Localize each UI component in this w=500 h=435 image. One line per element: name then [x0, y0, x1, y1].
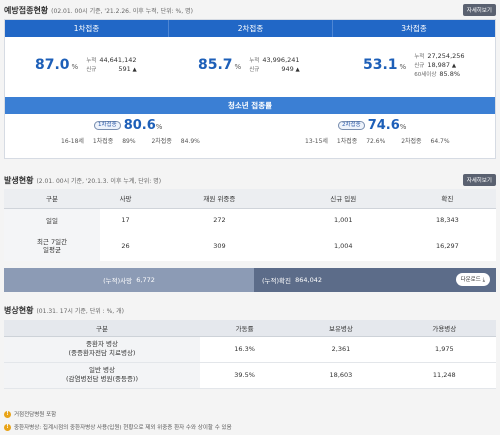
- cell: 11,248: [392, 362, 496, 389]
- teen-13-15-dose1: 72.6%: [366, 138, 386, 145]
- outbreak-col-admitted: 신규 입원: [287, 189, 399, 209]
- up-arrow-icon: ▲: [295, 67, 300, 73]
- dose3-new: 18,987: [427, 60, 451, 69]
- dose3-stats: 53.1% 누적 27,254,256 신규 18,987 ▲ 60세이상 85.8%: [363, 51, 465, 78]
- dose1-percent: 87.0%: [35, 57, 79, 73]
- vaccination-panel: 1차접종 2차접종 3차접종 87.0% 누적 44,641,142 신규 591 …: [4, 19, 496, 159]
- table-row: 일일 17 272 1,001 18,343: [4, 208, 496, 231]
- beds-header: 병상현황 (01.31. 17시 기준, 단위 : %, 개): [4, 303, 496, 317]
- note-1: ! 거점전담병원 포함: [4, 410, 56, 418]
- row-label: 일반 병상 (감염병전담 병원(중등증)): [4, 362, 200, 389]
- cell: 2,361: [289, 336, 393, 363]
- teen-16-18: 1차접종 80.6% 16-18세 1차접종 89% 2차접종 84.9%: [61, 118, 200, 145]
- note-2: ! 중환자병상: 집계시점의 중환자병상 사용(입원) 현황으로 제외 위중증 …: [4, 423, 232, 431]
- teen-16-18-age: 16-18세: [61, 138, 84, 145]
- teen-16-18-tag: 1차접종: [94, 121, 121, 130]
- cell: 26: [121, 242, 130, 250]
- teen-13-15-percent: 74.6%: [367, 118, 407, 133]
- dose1-cumulative: 44,641,142: [99, 56, 137, 64]
- cell: 1,001: [333, 215, 353, 224]
- download-icon: ⤓: [482, 277, 485, 283]
- cell: 1,975: [392, 336, 496, 363]
- teen-16-18-dose1: 89%: [122, 138, 136, 145]
- outbreak-subtitle: (2.01. 00시 기준, '20.1.3. 이후 누계, 단위: 명): [36, 177, 162, 185]
- table-row: 일반 병상 (감염병전담 병원(중등증)) 39.5% 18,603 11,24…: [4, 362, 496, 389]
- teen-16-18-percent: 80.6%: [123, 118, 163, 133]
- outbreak-detail-button[interactable]: 자세히보기: [462, 174, 496, 186]
- download-button[interactable]: 다운로드 ⤓: [455, 273, 490, 286]
- beds-col-rate: 가동률: [200, 320, 290, 337]
- outbreak-header: 발생현황 (2.01. 00시 기준, '20.1.3. 이후 누계, 단위: …: [4, 173, 496, 187]
- beds-col-total: 보유병상: [289, 320, 393, 337]
- cell: 18,343: [436, 215, 459, 224]
- dose3-60plus: 85.8%: [439, 69, 461, 78]
- row-label: 최근 7일간 일평균: [4, 231, 100, 261]
- row-label: 중환자 병상 (중증환자전담 치료병상): [4, 336, 200, 363]
- teen-13-15: 2차접종 74.6% 13-15세 1차접종 72.6% 2차접종 64.7%: [305, 118, 450, 145]
- cumulative-confirmed-value: 864,042: [295, 276, 323, 284]
- dose1-stats: 87.0% 누적 44,641,142 신규 591 ▲: [35, 56, 137, 73]
- vaccination-title: 예방접종현황: [4, 5, 49, 15]
- dose3-percent: 53.1%: [363, 57, 407, 73]
- cumulative-deaths: (누적)사망 6,772: [4, 268, 254, 292]
- beds-subtitle: (01.31. 17시 기준, 단위 : %, 개): [36, 307, 124, 315]
- cell: 309: [213, 242, 226, 250]
- dose2-stats: 85.7% 누적 43,996,241 신규 949 ▲: [198, 56, 300, 73]
- outbreak-table: 구분 사망 재원 위중증 신규 입원 확진 일일 17 272 1,001 18…: [4, 189, 496, 261]
- dose2-percent: 85.7%: [198, 57, 242, 73]
- outbreak-col-confirmed: 확진: [398, 189, 496, 209]
- beds-table: 구분 가동률 보유병상 가용병상 중환자 병상 (중증환자전담 치료병상) 16…: [4, 320, 496, 389]
- teen-header: 청소년 접종률: [5, 97, 495, 114]
- table-row: 중환자 병상 (중증환자전담 치료병상) 16.3% 2,361 1,975: [4, 336, 496, 363]
- dose2-header: 2차접종: [168, 20, 332, 37]
- dose1-new: 591: [118, 65, 131, 73]
- up-arrow-icon: ▲: [451, 62, 457, 69]
- teen-13-15-dose2: 64.7%: [430, 138, 450, 145]
- outbreak-col-critical: 재원 위중증: [151, 189, 288, 209]
- teen-13-15-tag: 2차접종: [338, 121, 365, 130]
- cumulative-confirmed: (누적)확진 864,042 다운로드 ⤓: [254, 268, 496, 292]
- dose2-cumulative: 43,996,241: [262, 56, 300, 64]
- outbreak-col-deaths: 사망: [100, 189, 152, 209]
- cell: 39.5%: [200, 362, 290, 389]
- cell: 18,603: [289, 362, 393, 389]
- cell: 272: [213, 215, 226, 224]
- info-icon: !: [4, 410, 11, 418]
- dose2-new: 949: [281, 65, 294, 73]
- cell: 16,297: [436, 242, 459, 250]
- cell: 16.3%: [200, 336, 290, 363]
- row-label: 일일: [4, 208, 100, 231]
- beds-title: 병상현황: [4, 305, 34, 315]
- info-icon: !: [4, 423, 11, 431]
- teen-16-18-dose2: 84.9%: [180, 138, 200, 145]
- dose3-header: 3차접종: [332, 20, 495, 37]
- beds-col-category: 구분: [4, 320, 200, 337]
- beds-col-available: 가용병상: [392, 320, 496, 337]
- up-arrow-icon: ▲: [132, 67, 137, 73]
- cumulative-deaths-value: 6,772: [136, 276, 155, 284]
- dose3-cumulative: 27,254,256: [427, 51, 465, 60]
- table-row: 최근 7일간 일평균 26 309 1,004 16,297: [4, 231, 496, 261]
- outbreak-col-category: 구분: [4, 189, 100, 209]
- cumulative-bar: (누적)사망 6,772 (누적)확진 864,042 다운로드 ⤓: [4, 268, 496, 292]
- vaccination-header: 예방접종현황 (02.01. 00시 기준, '21.2.26. 이후 누적, …: [4, 3, 496, 17]
- outbreak-title: 발생현황: [4, 175, 34, 185]
- vaccination-subtitle: (02.01. 00시 기준, '21.2.26. 이후 누적, 단위: %, …: [51, 7, 193, 15]
- vaccination-detail-button[interactable]: 자세히보기: [462, 4, 496, 16]
- teen-13-15-age: 13-15세: [305, 138, 328, 145]
- dose1-header: 1차접종: [5, 20, 168, 37]
- cell: 17: [121, 215, 130, 224]
- cell: 1,004: [333, 242, 353, 250]
